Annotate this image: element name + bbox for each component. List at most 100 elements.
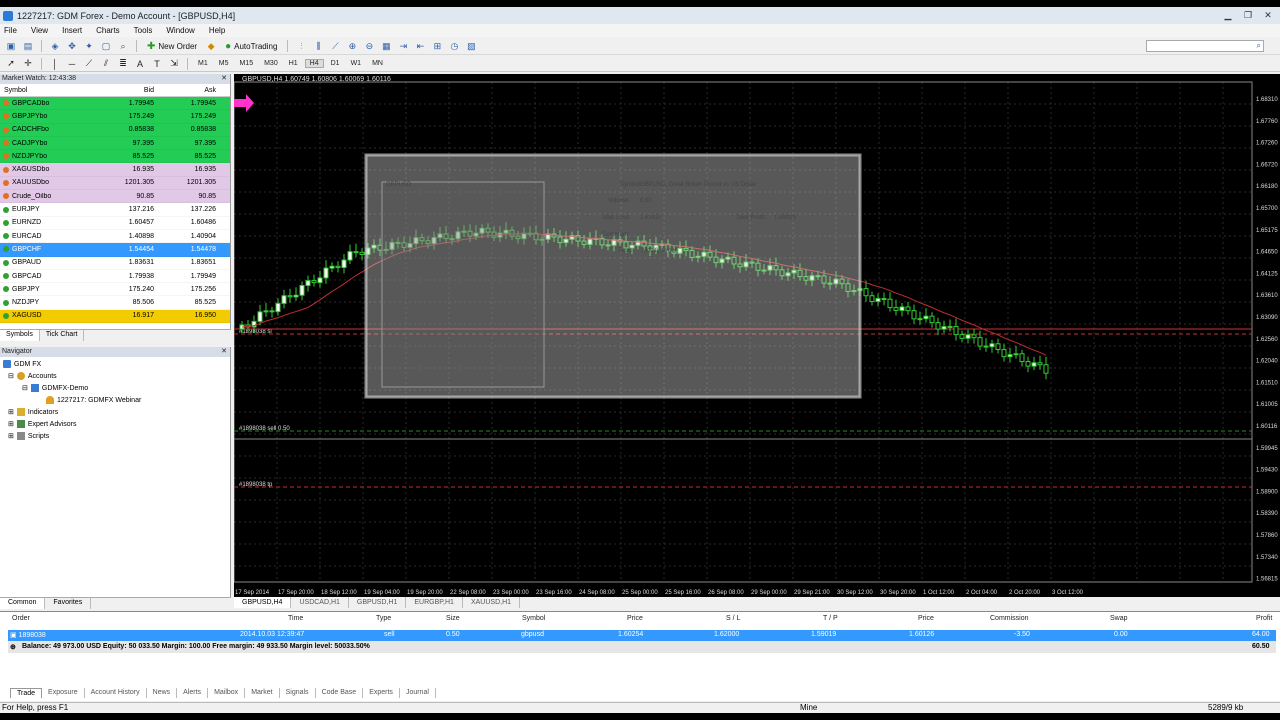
col-swap[interactable]: Swap [1110, 615, 1128, 622]
menu-file[interactable]: File [4, 26, 17, 35]
timeframe-m30[interactable]: M30 [260, 60, 282, 67]
nav-root[interactable]: GDM FX [3, 360, 41, 368]
col-symbol[interactable]: Symbol [522, 615, 545, 622]
new-chart-icon[interactable]: ▣ [4, 40, 18, 52]
candlestick-chart[interactable]: 1.68310 1.67760 1.67260 1.66720 1.66180 1.657… [234, 74, 1280, 597]
market-watch-row[interactable]: NZDJPYbo 85.525 85.525 [0, 150, 230, 164]
new-order-button[interactable]: ✚ New Order [143, 40, 201, 53]
col-order[interactable]: Order [12, 615, 30, 622]
tab-news[interactable]: News [147, 688, 178, 698]
timeframe-h1[interactable]: H1 [285, 60, 302, 67]
close-icon[interactable]: ✕ [221, 74, 227, 84]
navigator-icon[interactable]: ✦ [82, 40, 96, 52]
timeframe-w1[interactable]: W1 [347, 60, 366, 67]
label-icon[interactable]: T [150, 58, 164, 70]
timeframe-m5[interactable]: M5 [215, 60, 233, 67]
col-commission[interactable]: Commission [990, 615, 1029, 622]
autotrading-button[interactable]: ● AutoTrading [221, 40, 281, 53]
tab-account-history[interactable]: Account History [85, 688, 147, 698]
text-icon[interactable]: A [133, 58, 147, 70]
market-watch-row[interactable]: EURCAD 1.40898 1.40904 [0, 229, 230, 244]
chart-tab-usdcad-h1[interactable]: USDCAD,H1 [291, 597, 349, 608]
nav-accounts[interactable]: ⊟ Accounts [8, 372, 57, 380]
chart-tab-gbpusd-h4[interactable]: GBPUSD,H4 [234, 597, 292, 608]
tab-experts[interactable]: Experts [363, 688, 400, 698]
nav-account-item[interactable]: 1227217: GDMFX Webinar [46, 396, 141, 404]
nav-indicators[interactable]: ⊞ Indicators [8, 408, 58, 416]
market-watch-row[interactable]: Crude_Oilbo 90.85 90.85 [0, 190, 230, 204]
terminal-icon[interactable]: ▢ [99, 40, 113, 52]
bar-chart-icon[interactable]: ⫶ [294, 40, 308, 52]
col-bid[interactable]: Bid [90, 87, 154, 94]
tab-journal[interactable]: Journal [400, 688, 436, 698]
autoscroll-icon[interactable]: ⇤ [413, 40, 427, 52]
close-button[interactable]: ✕ [1260, 10, 1276, 21]
metaeditor-icon[interactable]: ◆ [204, 40, 218, 52]
cursor-icon[interactable]: ➚ [4, 58, 18, 70]
chart-tab-eurgbp-h1[interactable]: EURGBP,H1 [406, 597, 463, 608]
arrows-icon[interactable]: ⇲ [167, 58, 181, 70]
timeframe-m15[interactable]: M15 [235, 60, 257, 67]
nav-server[interactable]: ⊟ GDMFX-Demo [22, 384, 88, 392]
zoom-out-icon[interactable]: ⊖ [362, 40, 376, 52]
market-watch-row[interactable]: XAUUSDbo 1201.305 1201.305 [0, 176, 230, 191]
timeframe-mn[interactable]: MN [368, 60, 387, 67]
periods-icon[interactable]: ◷ [447, 40, 461, 52]
market-watch-row[interactable]: GBPCADbo 1.79945 1.79945 [0, 97, 230, 111]
market-watch-row[interactable]: CADJPYbo 97.395 97.395 [0, 136, 230, 151]
tab-alerts[interactable]: Alerts [177, 688, 209, 698]
tile-windows-icon[interactable]: ▦ [379, 40, 393, 52]
tab-exposure[interactable]: Exposure [42, 688, 85, 698]
col-symbol[interactable]: Symbol [0, 87, 90, 94]
col-profit[interactable]: Profit [1256, 615, 1272, 622]
tab-signals[interactable]: Signals [280, 688, 316, 698]
col-type[interactable]: Type [376, 615, 391, 622]
tab-code-base[interactable]: Code Base [316, 688, 364, 698]
market-watch-row[interactable]: EURNZD 1.60457 1.60486 [0, 216, 230, 230]
tab-mailbox[interactable]: Mailbox [208, 688, 246, 698]
timeframe-d1[interactable]: D1 [327, 60, 344, 67]
tab-trade[interactable]: Trade [10, 688, 43, 698]
menu-insert[interactable]: Insert [62, 26, 82, 35]
chart-shift-icon[interactable]: ⇥ [396, 40, 410, 52]
order-sl[interactable]: 1.62000 [714, 631, 739, 638]
fibonacci-icon[interactable]: ≣ [116, 58, 130, 70]
market-watch-row[interactable]: GBPJPYbo 175.249 175.249 [0, 110, 230, 124]
chart-tab-gbpusd-h1[interactable]: GBPUSD,H1 [349, 597, 407, 608]
col-current-price[interactable]: Price [918, 615, 934, 622]
market-watch-row[interactable]: CADCHFbo 0.85838 0.85838 [0, 123, 230, 137]
market-watch-row[interactable]: GBPCHF 1.54454 1.54478 [0, 243, 230, 257]
tab-symbols[interactable]: Symbols [0, 330, 40, 341]
market-watch-row[interactable]: NZDJPY 85.506 85.525 [0, 296, 230, 310]
market-watch-row[interactable]: XAGUSD 16.917 16.950 [0, 309, 230, 324]
order-tp[interactable]: 1.59019 [811, 631, 836, 638]
timeframe-m1[interactable]: M1 [194, 60, 212, 67]
close-icon[interactable]: ✕ [221, 347, 227, 357]
horizontal-line-icon[interactable]: ─ [65, 58, 79, 70]
menu-view[interactable]: View [31, 26, 48, 35]
data-window-icon[interactable]: ✥ [65, 40, 79, 52]
crosshair-icon[interactable]: ✛ [21, 58, 35, 70]
candlestick-icon[interactable]: ⫼ [311, 40, 325, 52]
market-watch-icon[interactable]: ◈ [48, 40, 62, 52]
price-chart[interactable]: 1.68310 1.67760 1.67260 1.66720 1.66180 1.657… [234, 74, 1280, 597]
menu-help[interactable]: Help [209, 26, 225, 35]
tester-icon[interactable]: ⌕ [116, 40, 130, 52]
menu-charts[interactable]: Charts [96, 26, 120, 35]
col-tp[interactable]: T / P [823, 615, 838, 622]
channel-icon[interactable]: ⫽ [99, 58, 113, 70]
tab-tick-chart[interactable]: Tick Chart [40, 330, 85, 341]
nav-experts[interactable]: ⊞ Expert Advisors [8, 420, 77, 428]
col-sl[interactable]: S / L [726, 615, 740, 622]
vertical-line-icon[interactable]: │ [48, 58, 62, 70]
menu-window[interactable]: Window [166, 26, 194, 35]
timeframe-h4[interactable]: H4 [304, 59, 324, 68]
col-time[interactable]: Time [288, 615, 303, 622]
menu-tools[interactable]: Tools [134, 26, 153, 35]
nav-scripts[interactable]: ⊞ Scripts [8, 432, 49, 440]
zoom-in-icon[interactable]: ⊕ [345, 40, 359, 52]
col-price[interactable]: Price [627, 615, 643, 622]
chart-tab-xauusd-h1[interactable]: XAUUSD,H1 [463, 597, 521, 608]
indicators-icon[interactable]: ⊞ [430, 40, 444, 52]
maximize-button[interactable]: ❐ [1240, 10, 1256, 21]
